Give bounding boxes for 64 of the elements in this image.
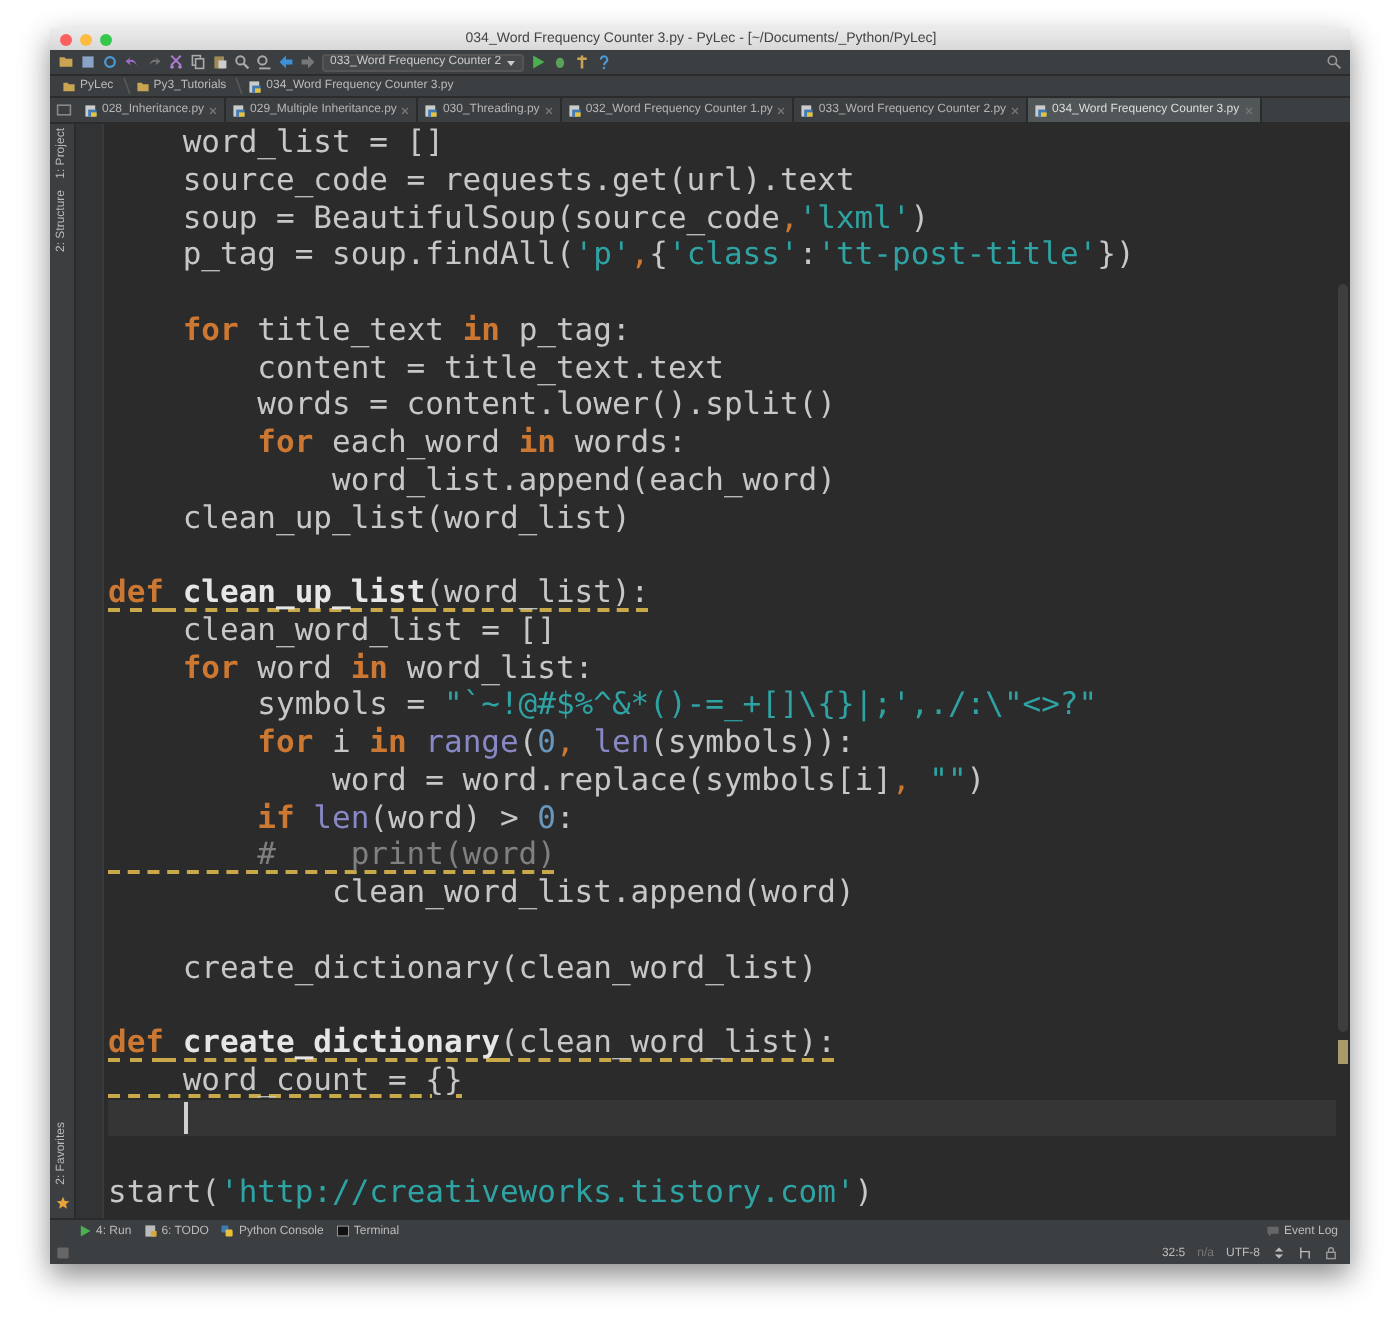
search-icon[interactable] [1326,54,1342,70]
close-button[interactable] [60,33,72,45]
code-line: start('http://creativeworks.tistory.com') [108,1174,874,1210]
code-line: words = content.lower().split() [255,386,836,423]
code-line: symbols = "`~!@#$%^&*()-=_+[]\{}|;',./:\"<>?" [255,686,1098,723]
copy-icon[interactable] [190,54,206,70]
panel-icon[interactable] [56,102,72,118]
python-file-icon [567,103,582,117]
code-line: def create_dictionary(clean_word_list): [108,1024,836,1060]
python-file-icon [248,79,263,93]
python-file-icon [1034,103,1049,117]
panel-toggle-icon[interactable] [56,1246,70,1260]
redo-icon[interactable] [146,54,162,70]
search-icon[interactable] [234,54,250,70]
code-line: create_dictionary(clean_word_list) [180,949,818,985]
code-line: soup = BeautifulSoup(source_code,'lxml') [180,199,930,235]
code-line: clean_word_list.append(word) [329,874,855,910]
zoom-button[interactable] [100,33,112,45]
python-file-icon [84,103,98,117]
code-line: content = title_text.text [255,349,724,385]
undo-icon[interactable] [124,54,140,70]
lock-icon[interactable] [1324,1246,1338,1260]
close-icon[interactable] [400,105,411,115]
code-line: # print(word) [255,836,556,873]
run-icon[interactable] [529,54,546,70]
close-icon[interactable] [1243,105,1254,115]
run-icon [78,1224,92,1238]
star-icon [55,1196,69,1210]
python-file-icon [232,103,247,117]
python-file-icon [800,103,815,117]
python-file-icon [424,103,439,117]
checklist-icon [143,1224,158,1238]
paste-icon[interactable] [212,54,228,70]
close-icon[interactable] [1010,105,1021,115]
close-icon[interactable] [208,105,219,115]
warning-marker[interactable] [1338,1040,1348,1064]
close-icon[interactable] [543,105,554,115]
terminal-icon [335,1224,350,1238]
code-line: source_code = requests.get(url).text [180,161,855,198]
scissors-icon[interactable] [168,54,184,70]
code-line: def clean_up_list(word_list): [108,574,650,610]
code-line: word_list.append(each_word) [329,461,836,498]
help-icon[interactable] [595,54,612,70]
scrollbar-thumb[interactable] [1338,284,1348,1032]
code-line: p_tag = soup.findAll('p',{'class':'tt-post-title'}) [180,236,1135,273]
code-line: word_list = [] [180,124,444,160]
code-line: clean_word_list = [] [180,611,556,648]
code-line: for i in range(0, len(symbols)): [255,724,855,760]
back-icon[interactable] [278,54,294,70]
code-line: for word in word_list: [180,649,594,685]
speech-bubble-icon [1265,1224,1280,1238]
code-line: word_count = {} [180,1061,463,1098]
updown-icon[interactable] [1272,1246,1286,1260]
close-icon[interactable] [776,105,787,115]
save-icon[interactable] [80,54,96,70]
code-line: for each_word in words: [255,424,687,460]
caret-icon [505,57,516,67]
code-line: for title_text in p_tag: [180,311,631,348]
forward-icon[interactable] [300,54,316,70]
code-line: clean_up_list(word_list) [180,499,631,535]
code-line: if len(word) > 0: [255,799,575,835]
python-icon [220,1224,235,1238]
text-cursor [184,1101,188,1133]
code-line: word = word.replace(symbols[i], "") [329,761,986,798]
